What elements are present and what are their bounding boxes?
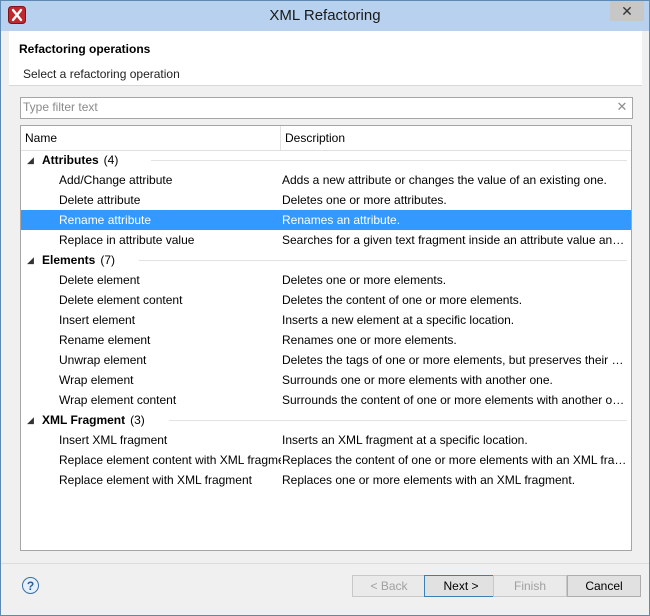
operation-name: Rename element <box>59 333 151 347</box>
table-row[interactable]: Wrap element content Surrounds the conten… <box>21 390 631 410</box>
table-header: Name Description <box>21 126 631 151</box>
help-icon[interactable]: ? <box>22 577 39 594</box>
operation-description: Adds a new attribute or changes the valu… <box>282 173 607 187</box>
next-button[interactable]: Next > <box>424 575 498 597</box>
operation-name: Replace element with XML fragment <box>59 473 252 487</box>
operation-name: Delete element <box>59 273 140 287</box>
table-row[interactable]: Replace in attribute value Searches for a… <box>21 230 631 250</box>
operation-name: Replace element content with XML fragmen… <box>59 453 281 467</box>
operation-description: Deletes the content of one or more eleme… <box>282 293 523 307</box>
column-header-name[interactable]: Name <box>21 126 281 150</box>
group-row[interactable]: ◢ Attributes (4) <box>21 150 631 170</box>
group-label: Elements (7) <box>42 250 115 270</box>
filter-box: ✕ <box>20 97 633 119</box>
operation-name: Wrap element <box>59 373 134 387</box>
group-divider <box>151 160 627 161</box>
group-row[interactable]: ◢ Elements (7) <box>21 250 631 270</box>
table-row[interactable]: Wrap element Surrounds one or more elemen… <box>21 370 631 390</box>
table-row[interactable]: Unwrap element Deletes the tags of one or… <box>21 350 631 370</box>
close-button[interactable]: ✕ <box>610 1 644 21</box>
table-row[interactable]: Replace element with XML fragment Replace… <box>21 470 631 490</box>
table-row[interactable]: Insert element Inserts a new element at a… <box>21 310 631 330</box>
operation-description: Inserts an XML fragment at a specific lo… <box>282 433 528 447</box>
footer-separator <box>1 563 649 564</box>
group-count: (7) <box>100 253 116 267</box>
operations-table: Name Description ◢ Attributes (4) Add/Chang… <box>20 125 632 551</box>
table-row[interactable]: Rename attribute Renames an attribute. <box>21 210 631 230</box>
operation-name: Wrap element content <box>59 393 177 407</box>
table-row[interactable]: Rename element Renames one or more elemen… <box>21 330 631 350</box>
group-divider <box>139 260 627 261</box>
operation-description: Surrounds one or more elements with anot… <box>282 373 553 387</box>
window-title: XML Refactoring <box>269 7 381 24</box>
expand-triangle-icon[interactable]: ◢ <box>27 150 37 170</box>
group-title: XML Fragment <box>42 413 126 427</box>
operation-description: Surrounds the content of one or more ele… <box>282 393 627 407</box>
operation-description: Inserts a new element at a specific loca… <box>282 313 515 327</box>
group-label: XML Fragment (3) <box>42 410 145 430</box>
operation-name: Replace in attribute value <box>59 233 195 247</box>
expand-triangle-icon[interactable]: ◢ <box>27 410 37 430</box>
header-title: Refactoring operations <box>19 42 151 56</box>
column-header-description[interactable]: Description <box>281 126 631 150</box>
operation-description: Renames an attribute. <box>282 213 401 227</box>
title-bar[interactable]: XML Refactoring ✕ <box>1 1 649 31</box>
finish-button[interactable]: Finish <box>493 575 567 597</box>
dialog-window: XML Refactoring ✕ Refactoring operations… <box>0 0 650 616</box>
table-row[interactable]: Add/Change attribute Adds a new attribute… <box>21 170 631 190</box>
group-divider <box>169 420 627 421</box>
operation-name: Delete attribute <box>59 193 141 207</box>
cancel-button[interactable]: Cancel <box>567 575 641 597</box>
operation-name: Insert XML fragment <box>59 433 168 447</box>
operation-name: Unwrap element <box>59 353 147 367</box>
group-label: Attributes (4) <box>42 150 118 170</box>
clear-filter-icon[interactable]: ✕ <box>614 98 630 116</box>
table-row[interactable]: Replace element content with XML fragmen… <box>21 450 631 470</box>
expand-triangle-icon[interactable]: ◢ <box>27 250 37 270</box>
operation-description: Replaces the content of one or more elem… <box>282 453 627 467</box>
table-row[interactable]: Delete element content Deletes the conten… <box>21 290 631 310</box>
table-body: ◢ Attributes (4) Add/Change attribute Adds a… <box>21 150 631 490</box>
filter-input[interactable] <box>23 99 603 115</box>
header-subtitle: Select a refactoring operation <box>23 67 180 81</box>
wizard-header: Refactoring operations Select a refactor… <box>9 31 642 86</box>
group-count: (4) <box>103 153 119 167</box>
back-button[interactable]: < Back <box>352 575 426 597</box>
operation-description: Renames one or more elements. <box>282 333 457 347</box>
table-row[interactable]: Delete element Deletes one or more elemen… <box>21 270 631 290</box>
operation-description: Deletes one or more attributes. <box>282 193 447 207</box>
group-count: (3) <box>130 413 145 427</box>
table-row[interactable]: Insert XML fragment Inserts an XML fragme… <box>21 430 631 450</box>
operation-name: Delete element content <box>59 293 183 307</box>
operation-description: Deletes the tags of one or more elements… <box>282 353 627 367</box>
operation-name: Insert element <box>59 313 136 327</box>
group-title: Elements <box>42 253 96 267</box>
operation-name: Rename attribute <box>59 213 152 227</box>
operation-description: Replaces one or more elements with an XM… <box>282 473 576 487</box>
operation-name: Add/Change attribute <box>59 173 173 187</box>
operation-description: Searches for a given text fragment insid… <box>282 233 627 247</box>
table-row[interactable]: Delete attribute Deletes one or more attr… <box>21 190 631 210</box>
group-row[interactable]: ◢ XML Fragment (3) <box>21 410 631 430</box>
operation-description: Deletes one or more elements. <box>282 273 447 287</box>
group-title: Attributes <box>42 153 99 167</box>
